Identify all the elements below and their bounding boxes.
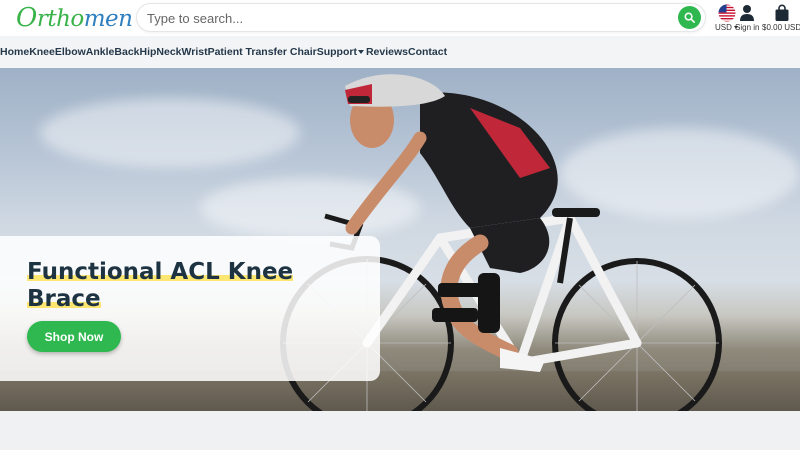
header: Orthomen USD <box>0 0 800 36</box>
search-input[interactable] <box>147 7 667 29</box>
nav-item-neck[interactable]: Neck <box>156 36 181 68</box>
shopping-bag-icon <box>775 4 789 21</box>
hero-title: Functional ACL Knee Brace <box>27 259 294 312</box>
logo-text-middle: rtho <box>36 6 84 32</box>
sign-in-link[interactable]: Sign in <box>735 4 759 33</box>
nav-item-patient-transfer-chair[interactable]: Patient Transfer Chair <box>208 36 317 68</box>
nav-item-support[interactable]: Support <box>317 36 364 68</box>
nav-item-ankle[interactable]: Ankle <box>86 36 115 68</box>
cart-total: $0.00 USD <box>762 23 800 32</box>
sign-in-label: Sign in <box>735 23 760 32</box>
nav-item-elbow[interactable]: Elbow <box>55 36 86 68</box>
nav-item-knee[interactable]: Knee <box>29 36 55 68</box>
nav-item-home[interactable]: Home <box>0 36 29 68</box>
logo-letter-o: O <box>16 3 37 33</box>
hero-banner: Functional ACL Knee Brace Shop Now <box>0 68 800 411</box>
main-nav: Home Knee Elbow Ankle Back Hip Neck Wris… <box>0 36 800 68</box>
user-icon <box>740 5 755 21</box>
cart-link[interactable]: $0.00 USD <box>762 4 800 33</box>
site-logo[interactable]: Orthomen <box>16 3 133 33</box>
nav-item-back[interactable]: Back <box>114 36 139 68</box>
shop-now-button[interactable]: Shop Now <box>27 321 121 352</box>
search-icon <box>684 12 695 23</box>
nav-item-reviews[interactable]: Reviews <box>366 36 408 68</box>
currency-label: USD <box>715 23 732 32</box>
search-bar <box>136 3 706 32</box>
chevron-down-icon <box>357 50 364 55</box>
nav-item-support-label: Support <box>316 46 357 58</box>
us-flag-icon <box>718 4 736 22</box>
nav-item-hip[interactable]: Hip <box>140 36 157 68</box>
nav-item-contact[interactable]: Contact <box>408 36 447 68</box>
logo-text-end: men <box>83 6 133 32</box>
content-area <box>0 411 800 450</box>
hero-promo-card: Functional ACL Knee Brace Shop Now <box>0 236 380 381</box>
nav-item-wrist[interactable]: Wrist <box>182 36 208 68</box>
search-button[interactable] <box>678 6 701 29</box>
